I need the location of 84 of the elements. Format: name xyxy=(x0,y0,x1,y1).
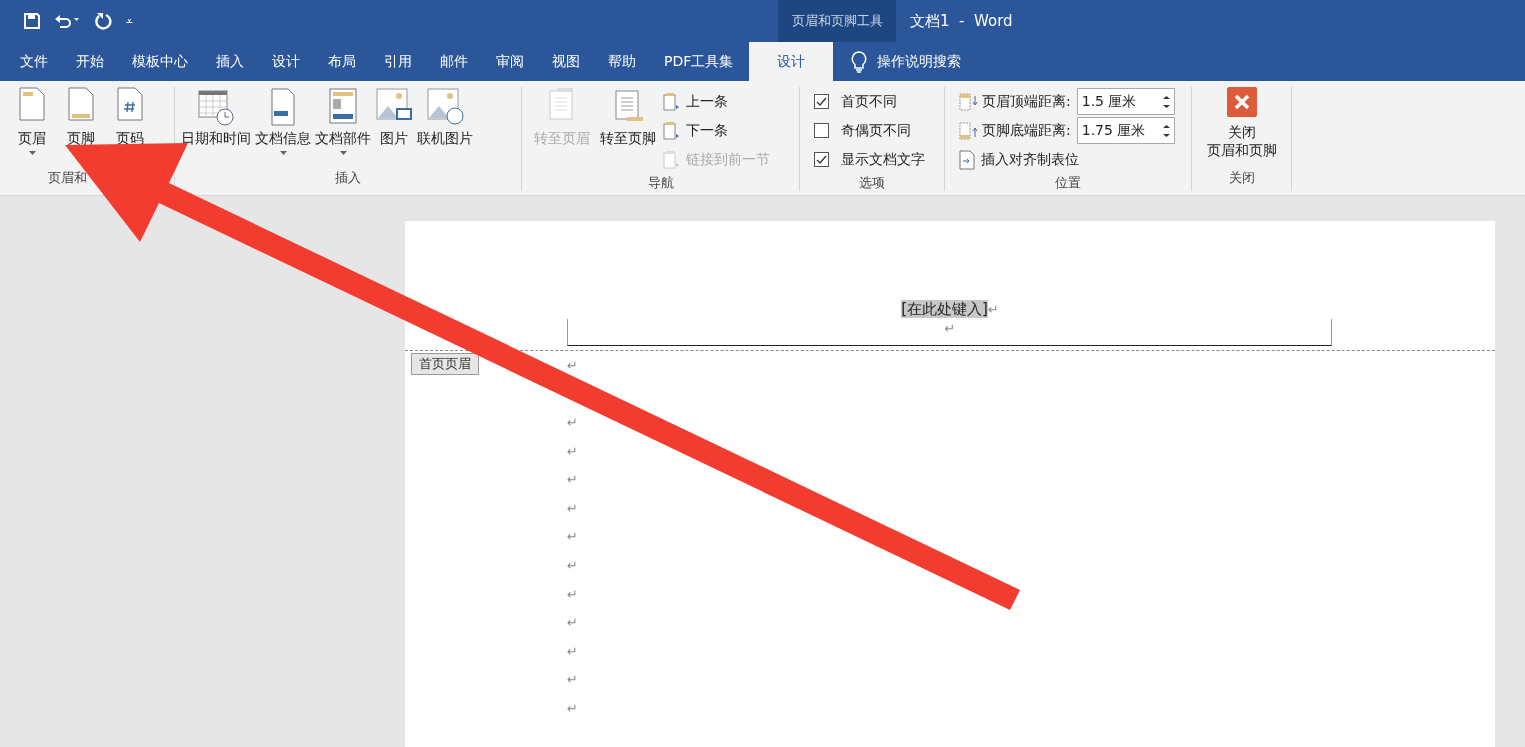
ribbon-tab[interactable]: 模板中心 xyxy=(118,42,202,81)
header-distance-icon xyxy=(959,92,979,111)
spin-arrows-icon[interactable] xyxy=(1162,123,1170,138)
ribbon-button[interactable]: 页眉 xyxy=(4,87,50,155)
caret-icon xyxy=(28,151,36,155)
header-placeholder-text[interactable]: [在此处键入] xyxy=(901,300,988,318)
checkbox[interactable] xyxy=(814,94,829,109)
ribbon-button[interactable]: 文档信息 xyxy=(253,87,313,155)
paragraph-mark: ↵ xyxy=(567,500,578,516)
undo-icon[interactable] xyxy=(54,13,80,29)
paragraph-mark: ↵ xyxy=(567,586,578,602)
first-page-header-tag: 首页页眉 xyxy=(411,353,479,375)
ribbon-button[interactable]: 日期和时间 xyxy=(179,87,253,147)
checkbox-label: 显示文档文字 xyxy=(841,150,925,169)
spin-field[interactable]: 1.5 厘米 xyxy=(1076,88,1175,115)
checkbox-label: 首页不同 xyxy=(841,92,897,111)
group-label: 导航 xyxy=(646,174,675,192)
footer-distance-icon xyxy=(959,121,979,140)
search-field[interactable]: 操作说明搜索 xyxy=(877,52,962,71)
window-title: 文档1 - Word xyxy=(909,10,1013,32)
header-page-icon xyxy=(19,87,45,121)
paragraph-mark: ↵ xyxy=(567,415,578,430)
context-tab-label: 页眉和页脚工具 xyxy=(778,0,896,42)
paragraph-mark: ↵ xyxy=(567,529,578,545)
paragraph-mark: ↵ xyxy=(567,672,578,688)
checkbox[interactable] xyxy=(814,123,829,138)
paragraph-mark: ↵ xyxy=(567,615,578,631)
ribbon-tab[interactable]: 开始 xyxy=(62,42,118,81)
paragraph-mark: ↵ xyxy=(944,321,956,336)
next-section-icon xyxy=(662,120,680,141)
field-label: 页脚底端距离: xyxy=(982,121,1071,140)
ribbon-tab[interactable]: 审阅 xyxy=(482,42,538,81)
paragraph-mark: ↵ xyxy=(567,357,578,373)
caret-icon xyxy=(279,151,287,155)
ribbon-button[interactable]: 转至页脚 xyxy=(596,87,660,147)
ribbon-button[interactable]: 页码 xyxy=(103,87,148,147)
page-number-icon xyxy=(117,87,143,121)
insert-tab-icon xyxy=(959,149,975,170)
footer-page-icon xyxy=(68,87,94,121)
ribbon-button[interactable]: 图片 xyxy=(373,87,415,147)
spin-arrows-icon[interactable] xyxy=(1162,94,1170,109)
group-label: 选项 xyxy=(858,174,886,192)
group-label: 位置 xyxy=(1054,174,1082,192)
checkbox-label: 奇偶页不同 xyxy=(841,121,911,140)
paragraph-mark: ↵ xyxy=(567,700,578,716)
ribbon-button[interactable]: 文档部件 xyxy=(313,87,373,155)
ribbon-button[interactable]: 页脚 xyxy=(54,87,99,147)
paragraph-mark: ↵ xyxy=(987,302,999,317)
caret-icon xyxy=(339,151,347,155)
paragraph-mark: ↵ xyxy=(567,557,578,573)
paragraph-mark: ↵ xyxy=(567,643,578,659)
ribbon-tab[interactable]: 邮件 xyxy=(426,42,482,81)
checkbox[interactable] xyxy=(814,152,829,167)
close-header-footer-button[interactable]: 关闭 页眉和页脚 xyxy=(1202,87,1281,159)
save-icon[interactable] xyxy=(24,13,40,29)
group-label: 插入 xyxy=(334,169,362,187)
lightbulb-icon xyxy=(851,50,868,73)
calendar-clock-icon xyxy=(197,87,235,127)
close-icon xyxy=(1226,87,1257,117)
ribbon-tab[interactable]: 帮助 xyxy=(594,42,650,81)
go-to-footer-icon xyxy=(613,87,643,123)
ribbon-tab[interactable]: 设计 xyxy=(749,42,834,81)
link-sections-icon xyxy=(662,149,680,170)
spin-field[interactable]: 1.75 厘米 xyxy=(1076,117,1175,144)
ribbon-tab[interactable]: PDF工具集 xyxy=(650,42,748,81)
ribbon-tab[interactable]: 视图 xyxy=(538,42,594,81)
ribbon-tab[interactable]: 引用 xyxy=(370,42,426,81)
picture-globe-icon xyxy=(426,87,464,127)
ribbon-tab[interactable]: 布局 xyxy=(314,42,370,81)
group-label: 页眉和 xyxy=(47,169,88,187)
ribbon-tab[interactable]: 插入 xyxy=(202,42,258,81)
field-label: 页眉顶端距离: xyxy=(982,92,1071,111)
customize-toolbar-button[interactable]: ⩡ xyxy=(126,14,133,28)
ribbon-tab[interactable]: 文件 xyxy=(6,42,62,81)
ribbon-tab[interactable]: 设计 xyxy=(258,42,314,81)
paragraph-mark: ↵ xyxy=(567,472,578,488)
ribbon-small-button[interactable]: 插入对齐制表位 xyxy=(959,145,1175,174)
paragraph-mark: ↵ xyxy=(567,443,578,459)
ribbon-small-button[interactable]: 上一条 xyxy=(662,87,770,116)
ribbon-small-button[interactable]: 下一条 xyxy=(662,116,770,145)
group-label: 关闭 xyxy=(1227,169,1256,187)
ribbon-button[interactable]: 联机图片 xyxy=(415,87,475,147)
redo-icon[interactable] xyxy=(94,12,112,30)
previous-section-icon xyxy=(662,91,680,112)
